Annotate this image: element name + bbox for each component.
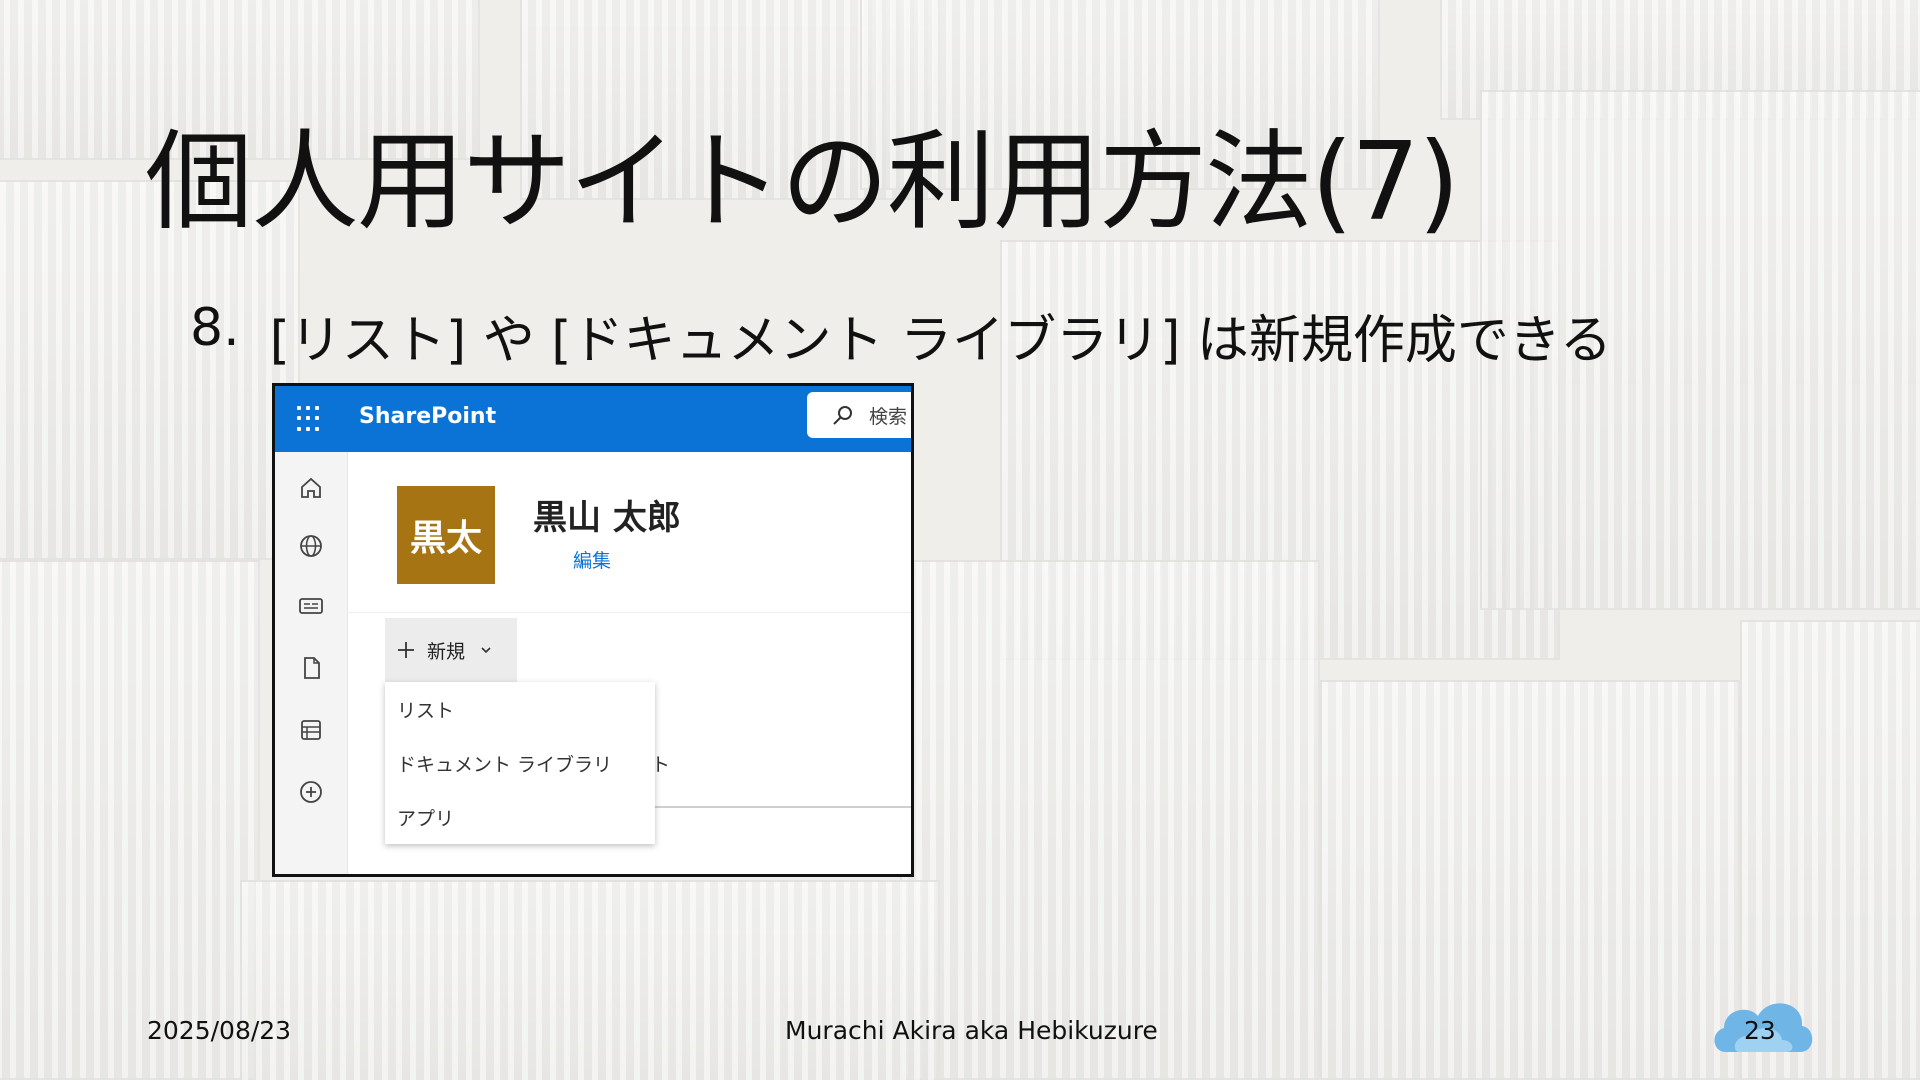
menu-item-app[interactable]: アプリ: [397, 804, 454, 831]
footer-author: Murachi Akira aka Hebikuzure: [785, 1016, 1158, 1045]
new-dropdown-menu: リスト ドキュメント ライブラリ アプリ: [385, 682, 655, 844]
news-icon[interactable]: [297, 592, 325, 620]
menu-item-document-library[interactable]: ドキュメント ライブラリ: [397, 750, 612, 777]
search-icon: [833, 406, 852, 425]
navigation-rail: [275, 452, 348, 874]
bullet-number: 8.: [190, 298, 240, 358]
content-divider: [655, 806, 911, 808]
search-placeholder: 検索: [869, 405, 908, 428]
footer-date: 2025/08/23: [147, 1016, 292, 1045]
sharepoint-top-bar: SharePoint 検索: [275, 386, 911, 452]
list-icon[interactable]: [297, 716, 325, 744]
header-divider: [347, 612, 911, 613]
home-icon[interactable]: [297, 474, 325, 502]
edit-link[interactable]: 編集: [573, 546, 611, 573]
search-box[interactable]: 検索: [807, 392, 911, 438]
sharepoint-screenshot: SharePoint 検索 黒太 黒山 太郎 編集 新規 ト リスト ドキュメン…: [272, 383, 914, 877]
bullet-point: 8. [リスト] や [ドキュメント ライブラリ] は新規作成できる: [190, 298, 1612, 373]
globe-icon[interactable]: [297, 532, 325, 560]
chevron-down-icon: [481, 647, 491, 654]
sharepoint-brand[interactable]: SharePoint: [359, 404, 496, 429]
new-button[interactable]: 新規: [385, 618, 517, 682]
plus-icon: [398, 642, 414, 658]
add-circle-icon[interactable]: [297, 778, 325, 806]
site-avatar: 黒太: [397, 486, 495, 584]
page-number: 23: [1744, 1016, 1776, 1045]
file-icon[interactable]: [297, 654, 325, 682]
bullet-text: [リスト] や [ドキュメント ライブラリ] は新規作成できる: [269, 311, 1612, 371]
new-button-label: 新規: [427, 640, 466, 663]
site-name: 黒山 太郎: [533, 498, 681, 538]
slide-title: 個人用サイトの利用方法(7): [145, 120, 1460, 245]
app-launcher-icon[interactable]: [297, 406, 323, 432]
menu-item-list[interactable]: リスト: [397, 696, 454, 723]
